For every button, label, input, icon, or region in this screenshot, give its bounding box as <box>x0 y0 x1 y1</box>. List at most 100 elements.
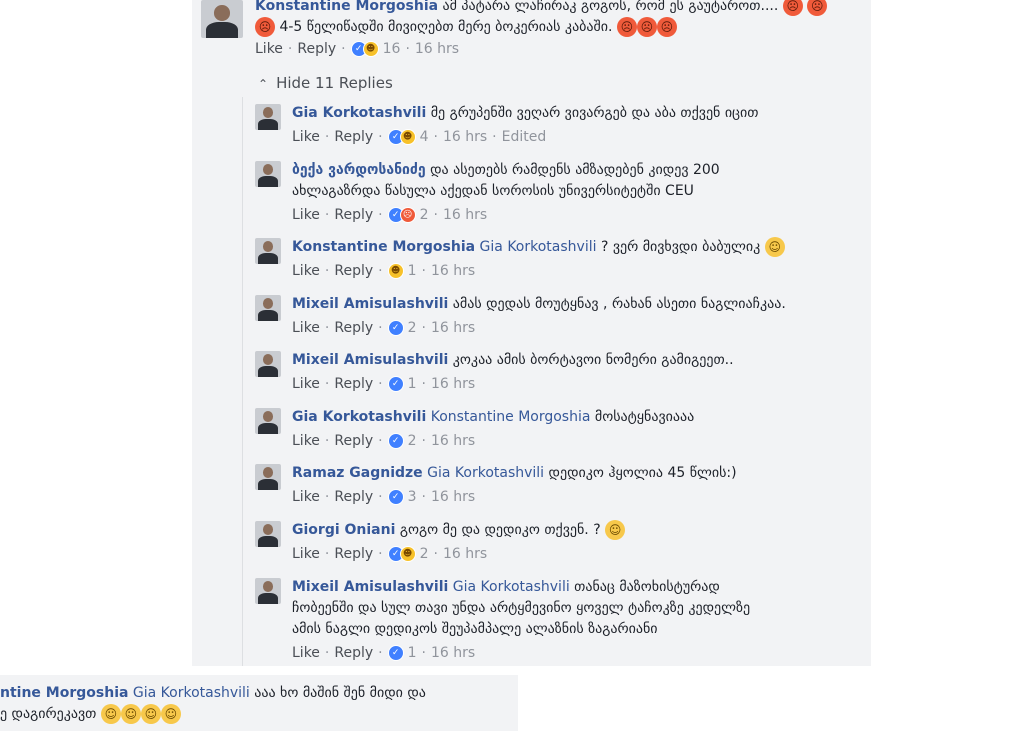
comment-text: ე დაგირეკავთ <box>0 706 97 722</box>
like-link[interactable]: Like <box>292 205 320 225</box>
like-link[interactable]: Like <box>292 127 320 147</box>
reply-comment: Mixeil Amisulashvili კოკაა ამის ბორტავოი… <box>292 352 734 394</box>
next-comment: ntine Morgoshia Gia Korkotashvili ააა ხო… <box>0 683 426 725</box>
top-comment: Konstantine Morgoshia ამ პატარა ლაჩირაკ … <box>255 0 828 59</box>
avatar[interactable] <box>255 161 281 187</box>
reaction-icons[interactable]: ✓ ☻ <box>387 129 416 145</box>
author-name[interactable]: ntine Morgoshia <box>0 685 128 701</box>
avatar[interactable] <box>255 521 281 547</box>
author-name[interactable]: ბექა ვარდოსანიძე <box>292 162 426 178</box>
author-name[interactable]: Mixeil Amisulashvili <box>292 579 448 595</box>
like-link[interactable]: Like <box>292 374 320 394</box>
mention-tag[interactable]: Gia Korkotashvili <box>480 239 597 255</box>
reply-link[interactable]: Reply <box>334 374 373 394</box>
angry-emoji-icon: ☹ <box>782 0 803 16</box>
smile-emoji-icon: ☺ <box>160 704 181 724</box>
timestamp[interactable]: 16 hrs <box>443 544 487 564</box>
reply-comment: Mixeil Amisulashvili Gia Korkotashvili თ… <box>292 579 751 663</box>
timestamp[interactable]: 16 hrs <box>431 318 475 338</box>
haha-reaction-icon: ☻ <box>399 546 416 562</box>
avatar[interactable] <box>201 0 243 38</box>
timestamp[interactable]: 16 hrs <box>431 261 475 281</box>
author-name[interactable]: Gia Korkotashvili <box>292 409 426 425</box>
timestamp[interactable]: 16 hrs <box>431 643 475 663</box>
avatar[interactable] <box>255 351 281 377</box>
reaction-count: 2 <box>407 433 417 449</box>
avatar[interactable] <box>255 104 281 130</box>
haha-reaction-icon: ☻ <box>362 41 379 57</box>
like-link[interactable]: Like <box>292 261 320 281</box>
like-link[interactable]: Like <box>255 39 283 59</box>
reaction-icons[interactable]: ✓ <box>387 320 404 336</box>
comment-text: მოსატყნავიააა <box>594 409 695 425</box>
reaction-count: 2 <box>407 320 417 336</box>
like-reaction-icon: ✓ <box>387 645 404 661</box>
reply-link[interactable]: Reply <box>297 39 336 59</box>
like-reaction-icon: ✓ <box>387 433 404 449</box>
author-name[interactable]: Gia Korkotashvili <box>292 105 426 121</box>
comment-text: ამას დედას მოუტყნავ , რახან ასეთი ნაგლია… <box>452 296 786 312</box>
reply-link[interactable]: Reply <box>334 127 373 147</box>
timestamp[interactable]: 16 hrs <box>443 127 487 147</box>
author-name[interactable]: Konstantine Morgoshia <box>255 0 438 14</box>
timestamp[interactable]: 16 hrs <box>415 39 459 59</box>
author-name[interactable]: Ramaz Gagnidze <box>292 465 423 481</box>
reply-link[interactable]: Reply <box>334 487 373 507</box>
avatar[interactable] <box>255 408 281 434</box>
like-link[interactable]: Like <box>292 487 320 507</box>
mention-tag[interactable]: Gia Korkotashvili <box>427 465 544 481</box>
mention-tag[interactable]: Gia Korkotashvili <box>133 685 250 701</box>
timestamp[interactable]: 16 hrs <box>431 487 475 507</box>
comment-text: ააა ხო მაშინ შენ მიდი და <box>254 685 426 701</box>
reply-link[interactable]: Reply <box>334 318 373 338</box>
like-link[interactable]: Like <box>292 431 320 451</box>
like-link[interactable]: Like <box>292 643 320 663</box>
reaction-count: 2 <box>419 207 429 223</box>
author-name[interactable]: Konstantine Morgoshia <box>292 239 475 255</box>
reaction-icons[interactable]: ✓ <box>387 489 404 505</box>
reaction-icons[interactable]: ✓ <box>387 645 404 661</box>
reply-link[interactable]: Reply <box>334 643 373 663</box>
reply-link[interactable]: Reply <box>334 544 373 564</box>
author-name[interactable]: Mixeil Amisulashvili <box>292 352 448 368</box>
timestamp[interactable]: 16 hrs <box>443 205 487 225</box>
like-reaction-icon: ✓ <box>387 320 404 336</box>
avatar[interactable] <box>255 238 281 264</box>
smile-emoji-icon: ☺ <box>140 704 161 724</box>
comment-text: 4-5 წელიწადში მივიღებთ მერე ბოკერიას კაბ… <box>279 19 613 35</box>
reply-link[interactable]: Reply <box>334 205 373 225</box>
comment-text: კოკაა ამის ბორტავოი ნომერი გამიგეეთ.. <box>452 352 734 368</box>
avatar[interactable] <box>255 578 281 604</box>
reaction-count: 2 <box>419 546 429 562</box>
like-link[interactable]: Like <box>292 544 320 564</box>
avatar[interactable] <box>255 295 281 321</box>
timestamp[interactable]: 16 hrs <box>431 431 475 451</box>
reaction-icons[interactable]: ✓ <box>387 433 404 449</box>
haha-reaction-icon: ☻ <box>387 263 404 279</box>
reply-comment: Konstantine Morgoshia Gia Korkotashvili … <box>292 237 785 281</box>
comment-text: ამ პატარა ლაჩირაკ გოგოს, რომ ეს გაუტაროთ… <box>442 0 783 14</box>
author-name[interactable]: Giorgi Oniani <box>292 522 395 538</box>
reaction-icons[interactable]: ✓ ☻ <box>387 546 416 562</box>
reaction-icons[interactable]: ✓ <box>387 376 404 392</box>
thread-line <box>242 97 243 666</box>
avatar[interactable] <box>255 464 281 490</box>
reply-link[interactable]: Reply <box>334 431 373 451</box>
chevron-up-icon: ⌃ <box>258 77 269 91</box>
edited-label[interactable]: Edited <box>502 127 547 147</box>
reaction-count: 1 <box>407 263 417 279</box>
like-link[interactable]: Like <box>292 318 320 338</box>
comment-text: და ასეთებს რამდენს ამზადებენ კიდევ 200 <box>430 162 720 178</box>
reaction-count: 1 <box>407 376 417 392</box>
reply-link[interactable]: Reply <box>334 261 373 281</box>
comment-text: გოგო მე და დედიკო თქვენ. ? <box>399 522 601 538</box>
reaction-icons[interactable]: ✓ ☻ <box>350 41 379 57</box>
timestamp[interactable]: 16 hrs <box>431 374 475 394</box>
angry-emoji-icon: ☹ <box>616 17 637 37</box>
reaction-icons[interactable]: ✓ ☹ <box>387 207 416 223</box>
hide-replies-toggle[interactable]: ⌃ Hide 11 Replies <box>258 74 393 92</box>
mention-tag[interactable]: Konstantine Morgoshia <box>431 409 591 425</box>
reaction-icons[interactable]: ☻ <box>387 263 404 279</box>
mention-tag[interactable]: Gia Korkotashvili <box>453 579 570 595</box>
author-name[interactable]: Mixeil Amisulashvili <box>292 296 448 312</box>
